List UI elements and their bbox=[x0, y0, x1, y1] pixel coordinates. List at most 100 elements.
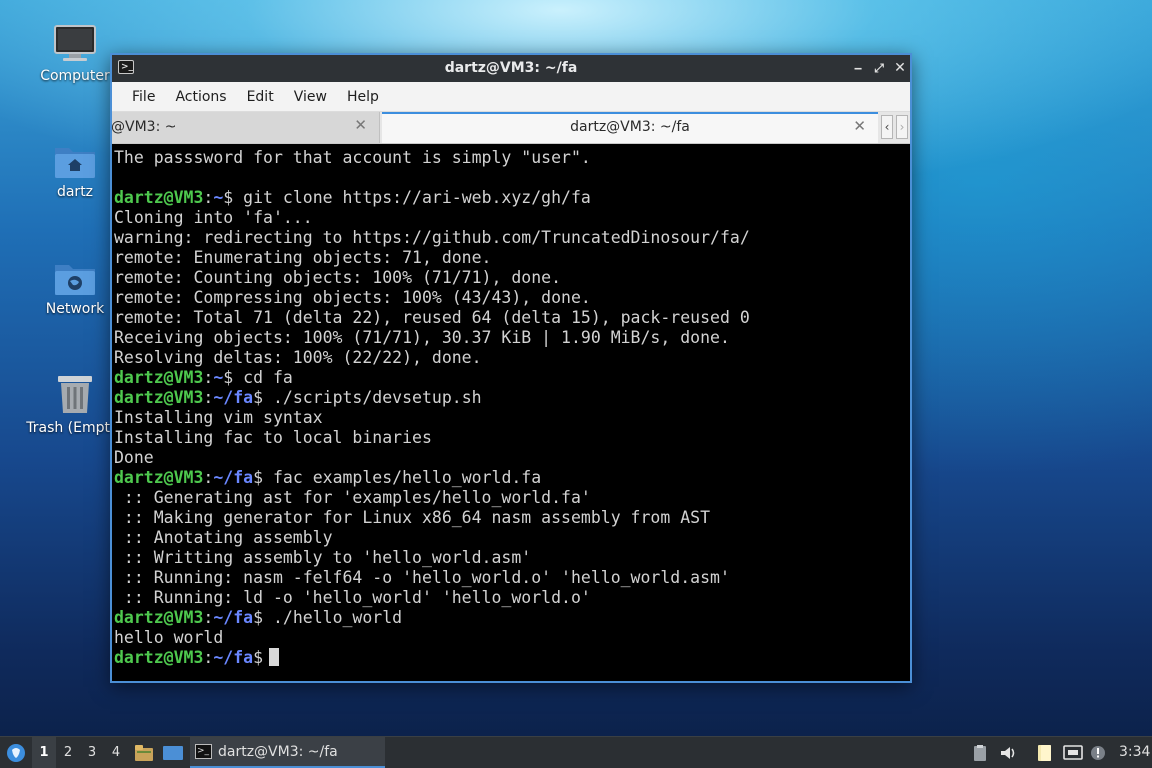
show-desktop-icon[interactable] bbox=[162, 744, 184, 762]
workspace-4[interactable]: 4 bbox=[104, 737, 128, 768]
menu-file[interactable]: File bbox=[122, 82, 165, 112]
command-text: fac examples/hello_world.fa bbox=[263, 468, 542, 487]
prompt-user: dartz@VM3 bbox=[114, 468, 204, 487]
maximize-icon[interactable]: ⤢ bbox=[871, 59, 887, 77]
output-text: :: Making generator for Linux x86_64 nas… bbox=[114, 508, 711, 527]
terminal-output-line: Done bbox=[114, 448, 910, 468]
prompt-symbol: $ bbox=[253, 608, 264, 627]
terminal-prompt-line: dartz@VM3:~/fa$ ./hello_world bbox=[114, 608, 910, 628]
output-text: remote: Counting objects: 100% (71/71), … bbox=[114, 268, 562, 287]
command-text: ./hello_world bbox=[263, 608, 403, 627]
taskbar-task-label: dartz@VM3: ~/fa bbox=[218, 744, 338, 760]
workspace-2[interactable]: 2 bbox=[56, 737, 80, 768]
tab-scroll-left-icon[interactable]: ‹ bbox=[881, 115, 893, 139]
computer-icon bbox=[54, 25, 96, 61]
clipboard-icon[interactable] bbox=[971, 744, 989, 762]
terminal-output-line: :: Making generator for Linux x86_64 nas… bbox=[114, 508, 910, 528]
text-cursor bbox=[269, 648, 280, 666]
taskbar: 1 2 3 4 >_ dartz@VM3: ~/fa 3:34 bbox=[0, 736, 1152, 768]
prompt-path: ~/fa bbox=[213, 388, 254, 407]
notes-icon[interactable] bbox=[1036, 744, 1054, 762]
prompt-user: dartz@VM3 bbox=[114, 648, 204, 667]
output-text: :: Running: ld -o 'hello_world' 'hello_w… bbox=[114, 588, 591, 607]
command-text: git clone https://ari-web.xyz/gh/fa bbox=[233, 188, 591, 207]
terminal-output-line: The passsword for that account is simply… bbox=[114, 148, 910, 168]
workspace-1[interactable]: 1 bbox=[32, 737, 56, 768]
terminal-output-line: Installing vim syntax bbox=[114, 408, 910, 428]
output-text: :: Writting assembly to 'hello_world.asm… bbox=[114, 548, 532, 567]
prompt-separator: : bbox=[203, 388, 214, 407]
clock[interactable]: 3:34 bbox=[1119, 737, 1150, 768]
terminal-output-line: warning: redirecting to https://github.c… bbox=[114, 228, 910, 248]
output-text: Resolving deltas: 100% (22/22), done. bbox=[114, 348, 482, 367]
prompt-user: dartz@VM3 bbox=[114, 388, 204, 407]
notification-icon[interactable] bbox=[1089, 744, 1107, 762]
terminal-output-line: remote: Counting objects: 100% (71/71), … bbox=[114, 268, 910, 288]
start-menu-icon[interactable] bbox=[6, 743, 26, 763]
tab-scroll-right-icon[interactable]: › bbox=[896, 115, 908, 139]
prompt-separator: : bbox=[203, 608, 214, 627]
terminal-output-line: :: Anotating assembly bbox=[114, 528, 910, 548]
tab-close-icon[interactable]: ✕ bbox=[853, 117, 866, 135]
menu-actions[interactable]: Actions bbox=[165, 82, 236, 112]
terminal-icon: >_ bbox=[195, 744, 212, 759]
output-text: Done bbox=[114, 448, 154, 467]
terminal-output-line: hello world bbox=[114, 628, 910, 648]
tab-bar: @VM3: ~ ✕ dartz@VM3: ~/fa ✕ ‹ › bbox=[111, 112, 910, 144]
menu-edit[interactable]: Edit bbox=[237, 82, 284, 112]
prompt-path: ~/fa bbox=[213, 648, 254, 667]
output-text: remote: Compressing objects: 100% (43/43… bbox=[114, 288, 591, 307]
minimize-icon[interactable]: ‒ bbox=[850, 59, 866, 77]
prompt-path: ~ bbox=[213, 368, 224, 387]
tab-close-icon[interactable]: ✕ bbox=[354, 116, 367, 134]
output-text: hello world bbox=[114, 628, 224, 647]
terminal-prompt-line: dartz@VM3:~$ cd fa bbox=[114, 368, 910, 388]
prompt-symbol: $ bbox=[253, 388, 264, 407]
tab-fa[interactable]: dartz@VM3: ~/fa ✕ bbox=[382, 112, 878, 143]
output-text: Cloning into 'fa'... bbox=[114, 208, 313, 227]
menu-view[interactable]: View bbox=[284, 82, 337, 112]
terminal-prompt-line: dartz@VM3:~$ git clone https://ari-web.x… bbox=[114, 188, 910, 208]
terminal-prompt-line: dartz@VM3:~/fa$ fac examples/hello_world… bbox=[114, 468, 910, 488]
volume-icon[interactable] bbox=[999, 744, 1017, 762]
tab-label: dartz@VM3: ~/fa bbox=[570, 119, 690, 135]
window-titlebar[interactable]: >_ dartz@VM3: ~/fa ‒ ⤢ ✕ bbox=[112, 55, 910, 82]
terminal-output-line: remote: Total 71 (delta 22), reused 64 (… bbox=[114, 308, 910, 328]
prompt-path: ~ bbox=[213, 188, 224, 207]
prompt-path: ~/fa bbox=[213, 468, 254, 487]
network-status-icon[interactable] bbox=[1063, 744, 1083, 762]
terminal-output-line: :: Running: nasm -felf64 -o 'hello_world… bbox=[114, 568, 910, 588]
close-icon[interactable]: ✕ bbox=[892, 59, 908, 77]
terminal-output-line: Installing fac to local binaries bbox=[114, 428, 910, 448]
output-text: remote: Enumerating objects: 71, done. bbox=[114, 248, 492, 267]
terminal-output-line: remote: Enumerating objects: 71, done. bbox=[114, 248, 910, 268]
prompt-separator: : bbox=[203, 648, 214, 667]
command-text: cd fa bbox=[233, 368, 293, 387]
prompt-symbol: $ bbox=[223, 188, 234, 207]
workspace-3[interactable]: 3 bbox=[80, 737, 104, 768]
terminal-prompt-line: dartz@VM3:~/fa$ bbox=[114, 648, 910, 668]
file-manager-icon[interactable] bbox=[134, 743, 154, 763]
prompt-path: ~/fa bbox=[213, 608, 254, 627]
output-text: Installing vim syntax bbox=[114, 408, 323, 427]
prompt-symbol: $ bbox=[253, 468, 264, 487]
output-text: remote: Total 71 (delta 22), reused 64 (… bbox=[114, 308, 750, 327]
terminal-prompt-line: dartz@VM3:~/fa$ ./scripts/devsetup.sh bbox=[114, 388, 910, 408]
output-text: The passsword for that account is simply… bbox=[114, 148, 591, 167]
menu-help[interactable]: Help bbox=[337, 82, 389, 112]
prompt-separator: : bbox=[203, 188, 214, 207]
output-text: Installing fac to local binaries bbox=[114, 428, 432, 447]
command-text: ./scripts/devsetup.sh bbox=[263, 388, 482, 407]
terminal-output[interactable]: The passsword for that account is simply… bbox=[114, 146, 910, 681]
terminal-output-line: :: Running: ld -o 'hello_world' 'hello_w… bbox=[114, 588, 910, 608]
menu-bar: File Actions Edit View Help bbox=[112, 82, 910, 112]
home-folder-icon bbox=[55, 148, 95, 178]
taskbar-terminal-button[interactable]: >_ dartz@VM3: ~/fa bbox=[190, 737, 385, 768]
output-text: warning: redirecting to https://github.c… bbox=[114, 228, 750, 247]
output-text: :: Anotating assembly bbox=[114, 528, 333, 547]
terminal-output-line: :: Writting assembly to 'hello_world.asm… bbox=[114, 548, 910, 568]
terminal-output-line: remote: Compressing objects: 100% (43/43… bbox=[114, 288, 910, 308]
tab-home[interactable]: @VM3: ~ ✕ bbox=[111, 112, 380, 143]
terminal-output-line: Cloning into 'fa'... bbox=[114, 208, 910, 228]
